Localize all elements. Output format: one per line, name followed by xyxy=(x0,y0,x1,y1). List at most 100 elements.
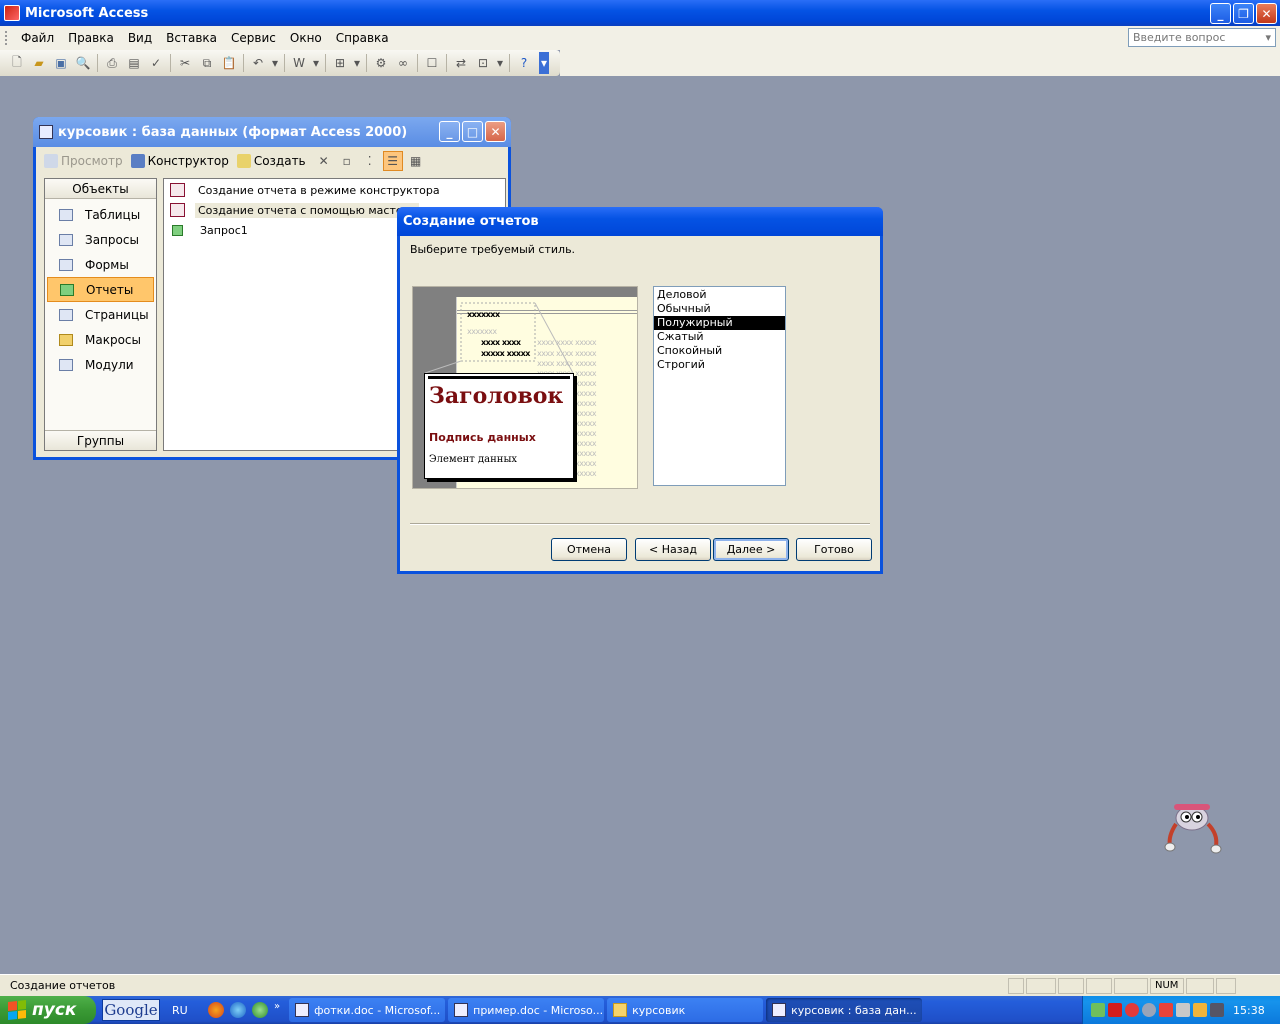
style-option[interactable]: Строгий xyxy=(654,358,785,372)
firefox-icon[interactable] xyxy=(208,1002,224,1018)
browser-icon[interactable] xyxy=(230,1002,246,1018)
menu-edit[interactable]: Правка xyxy=(61,31,121,45)
language-indicator[interactable]: RU xyxy=(172,1004,202,1017)
query-icon xyxy=(59,233,73,246)
delete-icon[interactable]: ✕ xyxy=(314,151,334,171)
object-type-pages[interactable]: Страницы xyxy=(47,302,154,327)
style-list[interactable]: Деловой Обычный Полужирный Сжатый Спокой… xyxy=(653,286,786,486)
access-app-icon[interactable] xyxy=(4,5,20,21)
restore-button[interactable]: ❐ xyxy=(1233,3,1254,24)
style-option[interactable]: Спокойный xyxy=(654,344,785,358)
toolbar-separator xyxy=(97,54,98,72)
undo-icon[interactable]: ↶ xyxy=(249,54,267,72)
bug-icon[interactable] xyxy=(1210,1003,1224,1017)
large-icons-icon[interactable]: ▫ xyxy=(337,151,357,171)
object-type-label: Запросы xyxy=(85,232,139,247)
office-assistant-icon[interactable] xyxy=(1162,800,1226,856)
paste-icon[interactable]: 📋 xyxy=(220,54,238,72)
wizard-titlebar[interactable]: Создание отчетов xyxy=(397,207,883,236)
print-preview-icon[interactable]: ▤ xyxy=(125,54,143,72)
object-type-tables[interactable]: Таблицы xyxy=(47,202,154,227)
style-option-selected[interactable]: Полужирный xyxy=(654,316,785,330)
menu-view[interactable]: Вид xyxy=(121,31,159,45)
style-option[interactable]: Деловой xyxy=(654,288,785,302)
next-button[interactable]: Далее > xyxy=(713,538,789,561)
list-item[interactable]: Создание отчета в режиме конструктора xyxy=(164,180,505,200)
new-file-icon[interactable]: 🗋 xyxy=(8,54,26,72)
spelling-icon[interactable]: ✓ xyxy=(147,54,165,72)
page-icon xyxy=(59,308,73,321)
antivirus-icon[interactable] xyxy=(1125,1003,1139,1017)
menu-help[interactable]: Справка xyxy=(329,31,396,45)
search-file-icon[interactable]: 🔍 xyxy=(74,54,92,72)
minimize-button[interactable]: _ xyxy=(1210,3,1231,24)
utorrent-icon[interactable] xyxy=(252,1002,268,1018)
chevron-down-icon[interactable]: ▾ xyxy=(1265,31,1271,44)
taskbar-item[interactable]: курсовик xyxy=(607,998,764,1022)
chevron-down-icon[interactable]: ▾ xyxy=(312,54,320,72)
small-icons-icon[interactable]: ⁚ xyxy=(360,151,380,171)
help-icon[interactable]: ? xyxy=(515,54,533,72)
network-icon[interactable] xyxy=(1091,1003,1105,1017)
google-toolbar[interactable]: Google xyxy=(102,999,160,1021)
chevron-down-icon[interactable]: ▾ xyxy=(353,54,361,72)
taskbar-item[interactable]: пример.doc - Microso... xyxy=(448,998,605,1022)
database-window-titlebar[interactable]: курсовик : база данных (формат Access 20… xyxy=(33,117,511,147)
finish-button[interactable]: Готово xyxy=(796,538,872,561)
copy-icon[interactable]: ⧉ xyxy=(198,54,216,72)
quicklaunch-more-icon[interactable]: » xyxy=(274,1001,280,1012)
details-view-icon[interactable]: ▦ xyxy=(406,151,426,171)
open-folder-icon[interactable]: ▰ xyxy=(30,54,48,72)
analyze-icon[interactable]: ⊞ xyxy=(331,54,349,72)
security-icon[interactable] xyxy=(1159,1003,1173,1017)
cancel-button[interactable]: Отмена xyxy=(551,538,627,561)
report-icon xyxy=(60,283,74,296)
maximize-button[interactable]: □ xyxy=(462,121,483,142)
connection-icon[interactable] xyxy=(1142,1003,1156,1017)
object-type-modules[interactable]: Модули xyxy=(47,352,154,377)
chevron-down-icon[interactable]: ▾ xyxy=(271,54,279,72)
taskbar-item-active[interactable]: курсовик : база дан... xyxy=(766,998,923,1022)
groups-footer[interactable]: Группы xyxy=(45,430,156,450)
objects-header[interactable]: Объекты xyxy=(45,179,156,199)
chevron-down-icon[interactable]: ▾ xyxy=(496,54,504,72)
tool-icon[interactable] xyxy=(1193,1003,1207,1017)
menubar-grip[interactable] xyxy=(5,31,8,45)
close-button[interactable]: ✕ xyxy=(1256,3,1277,24)
start-button[interactable]: пуск xyxy=(0,996,96,1024)
style-option[interactable]: Обычный xyxy=(654,302,785,316)
volume-icon[interactable] xyxy=(1176,1003,1190,1017)
object-type-reports[interactable]: Отчеты xyxy=(47,277,154,302)
toolbar-options-icon[interactable]: ▾ xyxy=(539,52,549,74)
list-view-icon[interactable]: ☰ xyxy=(382,151,403,171)
design-icon xyxy=(130,154,145,168)
taskbar-item[interactable]: фотки.doc - Microsof... xyxy=(289,998,446,1022)
properties-icon[interactable]: ☐ xyxy=(423,54,441,72)
object-type-queries[interactable]: Запросы xyxy=(47,227,154,252)
script-editor-icon[interactable]: ∞ xyxy=(394,54,412,72)
back-button[interactable]: < Назад xyxy=(635,538,711,561)
module-icon xyxy=(59,358,73,371)
menu-insert[interactable]: Вставка xyxy=(159,31,224,45)
menu-file[interactable]: Файл xyxy=(14,31,61,45)
menu-window[interactable]: Окно xyxy=(283,31,329,45)
new-object-icon[interactable]: ⊡ xyxy=(474,54,492,72)
relationships-icon[interactable]: ⇄ xyxy=(452,54,470,72)
close-button[interactable]: ✕ xyxy=(485,121,506,142)
print-icon[interactable]: ⎙ xyxy=(103,54,121,72)
ati-icon[interactable] xyxy=(1108,1003,1122,1017)
save-icon[interactable]: ▣ xyxy=(52,54,70,72)
help-question-input[interactable]: Введите вопрос ▾ xyxy=(1128,28,1276,47)
object-type-macros[interactable]: Макросы xyxy=(47,327,154,352)
design-button[interactable]: Конструктор xyxy=(130,154,229,168)
preview-button[interactable]: Просмотр xyxy=(44,154,123,168)
office-links-icon[interactable]: W xyxy=(290,54,308,72)
menu-tools[interactable]: Сервис xyxy=(224,31,283,45)
minimize-button[interactable]: _ xyxy=(439,121,460,142)
code-icon[interactable]: ⚙ xyxy=(372,54,390,72)
cut-icon[interactable]: ✂ xyxy=(176,54,194,72)
create-button[interactable]: Создать xyxy=(236,154,306,168)
object-type-forms[interactable]: Формы xyxy=(47,252,154,277)
style-option[interactable]: Сжатый xyxy=(654,330,785,344)
taskbar-item-label: фотки.doc - Microsof... xyxy=(314,1003,441,1017)
